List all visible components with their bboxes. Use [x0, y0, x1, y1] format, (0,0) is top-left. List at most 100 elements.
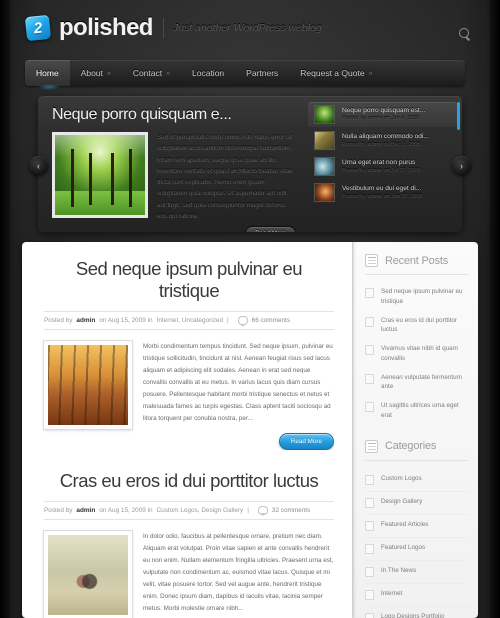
slider-list-item[interactable]: Vestibulum eu dui eget di... Posted by ad…	[308, 180, 457, 205]
slider-next-arrow[interactable]: ›	[452, 156, 471, 175]
sidebar-list-item[interactable]: Sed neque ipsum pulvinar eu tristique	[365, 283, 468, 312]
sidebar-list-item[interactable]: Aenean vulputate fermentum ante	[365, 369, 468, 398]
site-logo[interactable]: 2 polished Just another WordPress weblog	[24, 14, 322, 42]
list-bullet-icon	[365, 498, 374, 508]
sidebar-list-item[interactable]: Logo Designs Portfolio	[365, 607, 468, 618]
slider-list-thumbnail	[314, 183, 335, 202]
nav-item-label: About	[80, 68, 103, 78]
slider-list-item[interactable]: Urna eget erat non purus Posted by admin …	[308, 154, 457, 179]
nav-item-about[interactable]: About»	[70, 60, 122, 86]
post-body: Morbi condimentum tempus tincidunt. Sed …	[44, 341, 334, 450]
post-categories[interactable]: Internet, Uncategorized	[157, 317, 223, 324]
slider-list-title: Nulla aliquam commodo odi...	[342, 133, 429, 140]
post-excerpt: Morbi condimentum tempus tincidunt. Sed …	[143, 343, 333, 423]
post-comment-count[interactable]: 32 comments	[272, 507, 310, 514]
logo-mark-icon: 2	[24, 14, 52, 42]
list-bullet-icon	[365, 316, 374, 327]
post-thumbnail[interactable]	[44, 341, 132, 429]
list-icon	[365, 439, 378, 453]
sidebar-list-item[interactable]: Cras eu eros id dui porttitor luctus	[365, 312, 468, 341]
slider-list-thumbnail	[314, 105, 335, 124]
page-root: 2 polished Just another WordPress weblog…	[0, 0, 500, 618]
list-bullet-icon	[365, 373, 374, 384]
post-comment-count[interactable]: 66 comments	[252, 317, 290, 324]
sidebar-list-item[interactable]: Design Gallery	[365, 492, 468, 515]
sidebar-list-item[interactable]: Custom Logos	[365, 469, 468, 492]
slider-list-title: Vestibulum eu dui eget di...	[342, 185, 422, 192]
sidebar-list-item[interactable]: Vivamus vitae nibh id quam convallis	[365, 340, 468, 369]
slider-scrollbar[interactable]	[457, 102, 460, 130]
sidebar-list-item[interactable]: Ut sagittis ultrices urna eget erat	[365, 397, 468, 426]
nav-item-contact[interactable]: Contact»	[122, 60, 181, 86]
post-author-name: admin	[76, 317, 96, 324]
slider-list-text: Vestibulum eu dui eget di... Posted by ad…	[342, 185, 422, 200]
sidebar-item-label: Logo Designs Portfolio	[381, 613, 445, 618]
sidebar-list-item[interactable]: Featured Articles	[365, 515, 468, 538]
widget-header: Categories	[365, 439, 468, 461]
sidebar: Recent Posts Sed neque ipsum pulvinar eu …	[352, 242, 478, 618]
post-date: on Aug 15, 2009 in	[99, 506, 153, 514]
nav-item-home[interactable]: Home	[25, 60, 70, 86]
post-title[interactable]: Sed neque ipsum pulvinar eu tristique	[44, 258, 334, 302]
search-handle	[465, 36, 471, 41]
sidebar-item-label: Featured Articles	[381, 521, 429, 528]
post-thumbnail[interactable]	[44, 530, 132, 618]
sidebar-item-label: Sed neque ipsum pulvinar eu tristique	[381, 288, 463, 305]
slider-thumbnail[interactable]	[52, 132, 148, 218]
post-meta-bar: Posted by admin on Aug 15, 2009 in Custom L…	[44, 500, 334, 520]
chevron-right-icon: »	[368, 69, 373, 77]
nav-item-partners[interactable]: Partners	[235, 60, 289, 86]
slider-item-list: Neque porro quisquam est... Posted by adm…	[304, 96, 462, 232]
slider-featured-panel: Neque porro quisquam e... Sed ut perspic…	[38, 96, 304, 232]
post-categories[interactable]: Custom Logos, Design Gallery	[157, 507, 244, 514]
blog-post: Sed neque ipsum pulvinar eu tristique Pos…	[22, 242, 352, 460]
nav-item-label: Home	[36, 68, 59, 78]
list-bullet-icon	[365, 288, 374, 298]
post-title[interactable]: Cras eu eros id dui porttitor luctus	[44, 470, 334, 492]
list-bullet-icon	[365, 613, 374, 618]
sidebar-list-item[interactable]: Internet	[365, 584, 468, 607]
sidebar-item-label: Custom Logos	[381, 475, 422, 482]
slider-read-more-button[interactable]: Read More	[245, 226, 296, 232]
slider-list-text: Urna eget erat non purus Posted by admin …	[342, 159, 421, 174]
featured-slider: Neque porro quisquam e... Sed ut perspic…	[38, 96, 462, 232]
slider-list-item[interactable]: Neque porro quisquam est... Posted by adm…	[308, 102, 457, 127]
nav-item-label: Request a Quote	[300, 68, 365, 78]
slider-excerpt: Sed ut perspiciatis unde omnis iste natu…	[157, 134, 293, 220]
post-meta-bar: Posted by admin on Aug 15, 2009 in Internet…	[44, 311, 334, 330]
slider-list-meta: Posted by admin on Dec 3, 2008	[342, 142, 421, 148]
nav-item-location[interactable]: Location	[181, 60, 235, 86]
list-bullet-icon	[365, 345, 374, 355]
slider-list-meta: Posted by admin on Jun 27, 2008	[342, 194, 423, 200]
post-read-more-button[interactable]: Read More	[278, 432, 334, 450]
sidebar-list-item[interactable]: In The News	[365, 561, 468, 584]
slider-list-text: Neque porro quisquam est... Posted by adm…	[342, 107, 425, 122]
search-icon[interactable]	[459, 28, 472, 41]
widget-title: Recent Posts	[385, 254, 449, 267]
post-author[interactable]: admin	[76, 507, 95, 514]
slider-list-thumbnail	[314, 157, 335, 176]
nav-item-request-a-quote[interactable]: Request a Quote»	[289, 60, 383, 86]
widget-header: Recent Posts	[365, 254, 468, 275]
post-author[interactable]: admin	[76, 317, 95, 324]
sidebar-item-label: Aenean vulputate fermentum ante	[381, 373, 462, 391]
logo-divider	[162, 18, 164, 38]
nav-item-label: Location	[192, 68, 225, 78]
sidebar-widget-categories: Categories Custom Logos Design Gallery Feat…	[365, 439, 468, 618]
post-author-name: admin	[76, 506, 96, 514]
sidebar-list-item[interactable]: Featured Logos	[365, 538, 468, 561]
slider-list-item[interactable]: Nulla aliquam commodo odi... Posted by ad…	[308, 128, 457, 153]
post-meta-prefix: Posted by	[44, 317, 73, 324]
sidebar-item-label: Featured Logos	[381, 544, 426, 551]
slider-list-text: Nulla aliquam commodo odi... Posted by ad…	[342, 133, 429, 148]
chevron-right-icon: »	[166, 69, 171, 77]
list-bullet-icon	[365, 544, 374, 554]
nav-active-glow	[38, 84, 60, 90]
comment-bubble-icon	[237, 316, 248, 327]
slider-list-title: Urna eget erat non purus	[342, 159, 416, 166]
chevron-right-icon: »	[106, 69, 111, 77]
slider-prev-arrow[interactable]: ‹	[29, 156, 48, 175]
sidebar-widget-recent-posts: Recent Posts Sed neque ipsum pulvinar eu …	[365, 254, 468, 426]
blog-post: Cras eu eros id dui porttitor luctus Post…	[22, 460, 352, 618]
list-bullet-icon	[365, 521, 374, 531]
